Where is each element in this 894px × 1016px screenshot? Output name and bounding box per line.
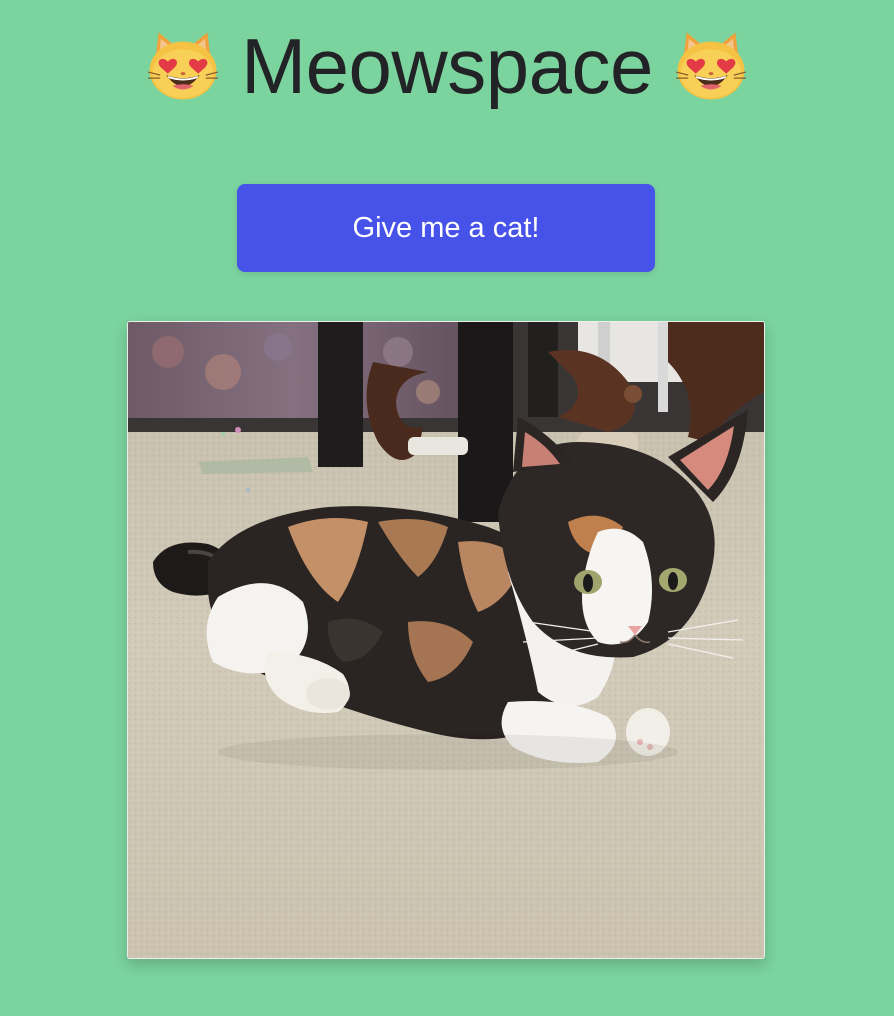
heart-eyes-cat-icon [675,32,746,100]
page-title: Meowspace [241,22,653,110]
cat-photo [127,321,765,959]
give-me-a-cat-button[interactable]: Give me a cat! [237,184,655,272]
cat-photo-illustration [128,322,764,958]
page-header: Meowspace [0,18,894,114]
heart-eyes-cat-icon [148,32,219,100]
